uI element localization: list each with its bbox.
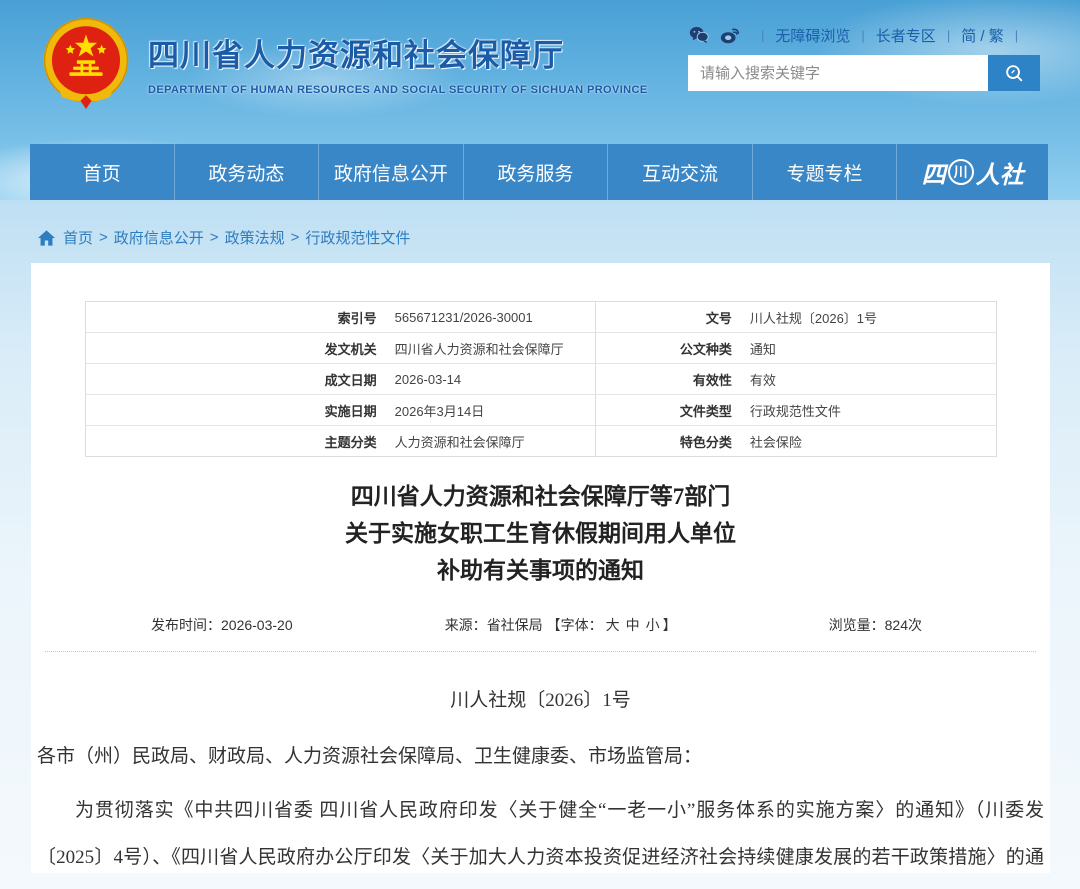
nav-item-special-topics[interactable]: 专题专栏 [752,144,897,200]
meta-label: 索引号 [85,302,386,333]
font-size-label-end: 】 [663,617,677,633]
document-number: 川人社规〔2026〕1号 [31,685,1050,712]
meta-label: 特色分类 [595,426,741,457]
breadcrumb-home[interactable]: 首页 [63,227,93,248]
site-subtitle: DEPARTMENT OF HUMAN RESOURCES AND SOCIAL… [148,84,648,96]
search-icon [1003,62,1025,84]
divider: | [761,28,764,43]
title-line: 四川省人力资源和社会保障厅等7部门 [31,478,1050,515]
breadcrumb-info-disclosure[interactable]: 政府信息公开 [114,227,204,248]
site-header: 四川省人力资源和社会保障厅 DEPARTMENT OF HUMAN RESOUR… [0,0,1080,200]
publish-date: 2026-03-20 [221,617,293,633]
meta-value: 四川省人力资源和社会保障厅 [386,333,596,364]
weibo-icon[interactable] [719,24,741,46]
breadcrumb-separator: > [99,229,108,246]
table-row: 成文日期 2026-03-14 有效性 有效 [85,364,996,395]
page-body: 首页 > 政府信息公开 > 政策法规 > 行政规范性文件 索引号 5656712… [0,200,1080,889]
meta-value: 川人社规〔2026〕1号 [741,302,996,333]
source-label: 来源： [445,617,487,633]
article-body: 各市（州）民政局、财政局、人力资源社会保障局、卫生健康委、市场监管局： 为贯彻落… [31,743,1050,889]
site-brand[interactable]: 四川省人力资源和社会保障厅 DEPARTMENT OF HUMAN RESOUR… [40,16,648,110]
nav-item-home[interactable]: 首页 [30,144,174,200]
search-bar [688,55,1040,91]
simplified-traditional-link[interactable]: 简 / 繁 [961,25,1004,46]
view-count: 浏览量：824次 [829,615,922,635]
nav-item-interaction[interactable]: 互动交流 [607,144,752,200]
font-size-small[interactable]: 小 [646,617,660,633]
page-title: 四川省人力资源和社会保障厅等7部门 关于实施女职工生育休假期间用人单位 补助有关… [31,478,1050,589]
meta-label: 实施日期 [85,395,386,426]
top-links: | 无障碍浏览 | 长者专区 | 简 / 繁 | [688,24,1044,46]
nav-item-info-disclosure[interactable]: 政府信息公开 [318,144,463,200]
meta-label: 文号 [595,302,741,333]
divider: | [1015,28,1018,43]
addressee-line: 各市（州）民政局、财政局、人力资源社会保障局、卫生健康委、市场监管局： [37,743,1044,771]
title-line: 补助有关事项的通知 [31,552,1050,589]
table-row: 索引号 565671231/2026-30001 文号 川人社规〔2026〕1号 [85,302,996,333]
senior-zone-link[interactable]: 长者专区 [876,25,936,46]
national-emblem-logo [40,16,132,110]
divider: | [947,28,950,43]
search-input[interactable] [688,55,988,91]
publish-label: 发布时间： [151,617,221,633]
font-size-large[interactable]: 大 [606,617,620,633]
meta-label: 主题分类 [85,426,386,457]
home-icon[interactable] [38,230,55,246]
meta-label: 有效性 [595,364,741,395]
brand-prefix: 四 [922,155,946,190]
breadcrumb-separator: > [291,229,300,246]
views-label: 浏览量： [829,617,885,633]
table-row: 发文机关 四川省人力资源和社会保障厅 公文种类 通知 [85,333,996,364]
document-meta-table: 索引号 565671231/2026-30001 文号 川人社规〔2026〕1号… [85,301,997,457]
title-line: 关于实施女职工生育休假期间用人单位 [31,515,1050,552]
views-value: 824次 [885,617,922,633]
meta-value: 人力资源和社会保障厅 [386,426,596,457]
table-row: 主题分类 人力资源和社会保障厅 特色分类 社会保险 [85,426,996,457]
meta-value: 有效 [741,364,996,395]
source-and-font: 来源：省社保局 【字体：大中小】 [445,615,677,635]
page: 四川省人力资源和社会保障厅 DEPARTMENT OF HUMAN RESOUR… [0,0,1080,889]
source-value: 省社保局 [487,617,543,633]
brand-circle-glyph: 川 [948,159,974,185]
site-title-block: 四川省人力资源和社会保障厅 DEPARTMENT OF HUMAN RESOUR… [148,30,648,96]
meta-label: 公文种类 [595,333,741,364]
meta-value: 565671231/2026-30001 [386,302,596,333]
sichuan-renshe-logo[interactable]: 四川人社 [896,144,1048,200]
breadcrumb-policies[interactable]: 政策法规 [225,227,285,248]
dotted-divider [45,651,1036,652]
wechat-icon[interactable] [688,24,710,46]
meta-value: 2026年3月14日 [386,395,596,426]
breadcrumb-current[interactable]: 行政规范性文件 [305,227,410,248]
table-row: 实施日期 2026年3月14日 文件类型 行政规范性文件 [85,395,996,426]
nav-item-services[interactable]: 政务服务 [463,144,608,200]
font-size-medium[interactable]: 中 [626,617,640,633]
article-paragraph: 为贯彻落实《中共四川省委 四川省人民政府印发〈关于健全“一老一小”服务体系的实施… [37,787,1044,889]
article-meta-row: 发布时间：2026-03-20 来源：省社保局 【字体：大中小】 浏览量：824… [31,615,1050,635]
accessibility-link[interactable]: 无障碍浏览 [775,25,850,46]
divider: | [861,28,864,43]
meta-label: 成文日期 [85,364,386,395]
meta-label: 文件类型 [595,395,741,426]
meta-value: 通知 [741,333,996,364]
breadcrumb: 首页 > 政府信息公开 > 政策法规 > 行政规范性文件 [0,200,1080,248]
search-button[interactable] [988,55,1040,91]
document-card: 索引号 565671231/2026-30001 文号 川人社规〔2026〕1号… [31,263,1050,873]
meta-value: 社会保险 [741,426,996,457]
breadcrumb-separator: > [210,229,219,246]
brand-suffix: 人社 [976,155,1024,190]
meta-label: 发文机关 [85,333,386,364]
meta-value: 2026-03-14 [386,364,596,395]
main-nav: 首页 政务动态 政府信息公开 政务服务 互动交流 专题专栏 四川人社 [30,144,1048,200]
meta-value: 行政规范性文件 [741,395,996,426]
nav-item-news[interactable]: 政务动态 [174,144,319,200]
header-right: | 无障碍浏览 | 长者专区 | 简 / 繁 | [688,24,1044,91]
font-size-label: 【字体： [547,617,603,633]
publish-time: 发布时间：2026-03-20 [151,615,293,635]
site-title: 四川省人力资源和社会保障厅 [148,30,648,75]
